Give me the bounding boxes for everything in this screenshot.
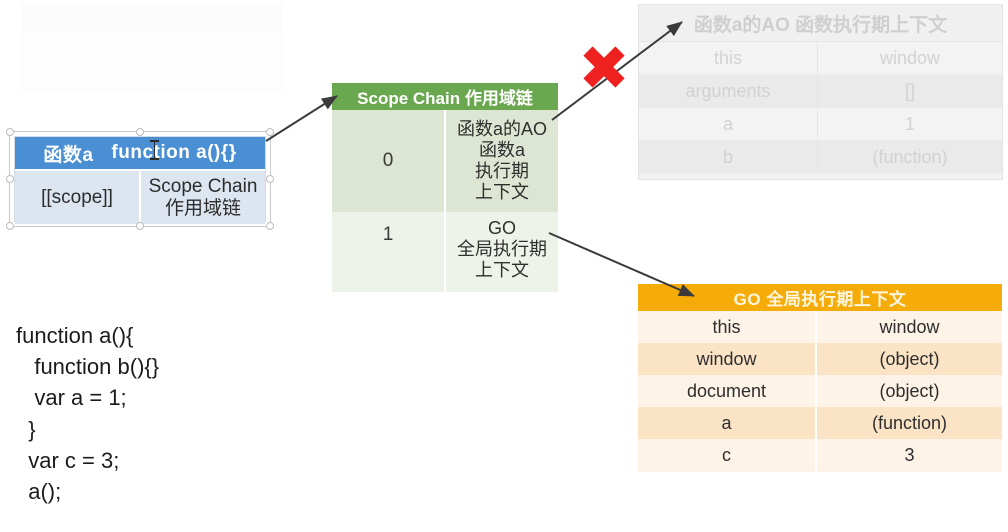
function-a-scope-value: Scope Chain 作用域链 (141, 171, 265, 224)
connector-shape-to-scopechain (265, 95, 338, 142)
go-row-4-value: 3 (904, 444, 915, 465)
ao-row-1-key: arguments (639, 75, 818, 107)
resize-handle-bottom-center[interactable] (136, 222, 144, 230)
ao-table-row: arguments [] (639, 75, 1002, 108)
scope-chain-row-0-value: 函数a的AO 函数a 执行期 上下文 (444, 110, 558, 212)
ao-row-3-value: (function) (872, 146, 948, 167)
scope-chain-row-1-line-1: 全局执行期 (457, 239, 547, 260)
go-table-row: a (function) (638, 407, 1002, 439)
scope-chain-row-0-line-1: 函数a (478, 139, 525, 160)
ao-table-header: 函数a的AO 函数执行期上下文 (639, 5, 1002, 42)
scope-chain-row-0-line-0: 函数a的AO (456, 118, 548, 139)
ao-table: 函数a的AO 函数执行期上下文 this window arguments []… (638, 4, 1003, 180)
scope-chain-table: Scope Chain 作用域链 0 函数a的AO 函数a 执行期 上下文 1 … (332, 83, 558, 292)
cross-mark-icon (583, 46, 625, 88)
resize-handle-middle-left[interactable] (6, 175, 14, 183)
scope-chain-row-0-line-2: 执行期 (475, 161, 529, 181)
ao-table-row: a 1 (639, 108, 1002, 141)
scope-chain-row-0: 0 函数a的AO 函数a 执行期 上下文 (332, 110, 558, 212)
ao-table-row: this window (639, 42, 1002, 75)
scope-chain-row-0-index: 0 (382, 150, 394, 171)
go-row-1-value: (object) (879, 348, 940, 369)
scope-chain-label-en: Scope Chain (148, 176, 258, 198)
ghost-shape-outline (22, 4, 282, 92)
go-row-3-key: a (638, 407, 817, 439)
function-a-header-left: 函数a (43, 144, 94, 166)
ao-row-2-value: 1 (904, 113, 915, 134)
scope-chain-row-1: 1 GO 全局执行期 上下文 (332, 212, 558, 292)
ghost-shape-divider (23, 31, 281, 32)
ao-row-3-key: b (639, 141, 818, 173)
scope-chain-row-0-line-3: 上下文 (475, 182, 529, 203)
resize-handle-middle-right[interactable] (266, 175, 274, 183)
scope-chain-row-1-index: 1 (382, 224, 394, 245)
go-table-row: c 3 (638, 439, 1002, 471)
go-row-4-key: c (638, 439, 817, 471)
resize-handle-top-center[interactable] (136, 128, 144, 136)
go-table: GO 全局执行期上下文 this window window (object) … (638, 284, 1002, 472)
ao-table-row: b (function) (639, 141, 1002, 174)
go-table-row: window (object) (638, 343, 1002, 375)
ao-row-0-value: window (879, 47, 941, 68)
function-a-header-right: function a(){} (111, 142, 237, 163)
function-a-body: [[scope]] Scope Chain 作用域链 (15, 169, 265, 224)
resize-handle-bottom-left[interactable] (6, 222, 14, 230)
go-row-2-key: document (638, 375, 817, 407)
go-table-row: this window (638, 311, 1002, 343)
scope-chain-label-cn: 作用域链 (164, 197, 241, 219)
function-a-shape[interactable]: 函数a function a(){} [[scope]] Scope Chain… (14, 136, 266, 224)
function-a-scope-key: [[scope]] (15, 171, 141, 224)
scope-chain-row-1-line-2: 上下文 (475, 260, 529, 281)
go-row-3-value: (function) (871, 412, 948, 433)
go-table-header: GO 全局执行期上下文 (638, 284, 1002, 311)
ao-row-2-key: a (639, 108, 818, 140)
ao-row-0-key: this (639, 42, 818, 74)
function-a-header: 函数a function a(){} (15, 137, 265, 169)
resize-handle-top-right[interactable] (266, 128, 274, 136)
go-row-0-key: this (638, 311, 817, 343)
go-row-0-value: window (879, 316, 940, 337)
go-table-row: document (object) (638, 375, 1002, 407)
ao-row-1-value: [] (904, 80, 915, 101)
diagram-canvas: 函数a function a(){} [[scope]] Scope Chain… (0, 0, 1008, 532)
go-row-1-key: window (638, 343, 817, 375)
scope-chain-row-1-value: GO 全局执行期 上下文 (444, 212, 558, 292)
resize-handle-bottom-right[interactable] (266, 222, 274, 230)
go-row-2-value: (object) (879, 380, 940, 401)
resize-handle-top-left[interactable] (6, 128, 14, 136)
scope-chain-row-1-line-0: GO (487, 218, 516, 238)
ghost-shape-header (23, 5, 281, 31)
scope-chain-table-header: Scope Chain 作用域链 (332, 83, 558, 110)
code-block: function a(){ function b(){} var a = 1; … (16, 323, 160, 505)
